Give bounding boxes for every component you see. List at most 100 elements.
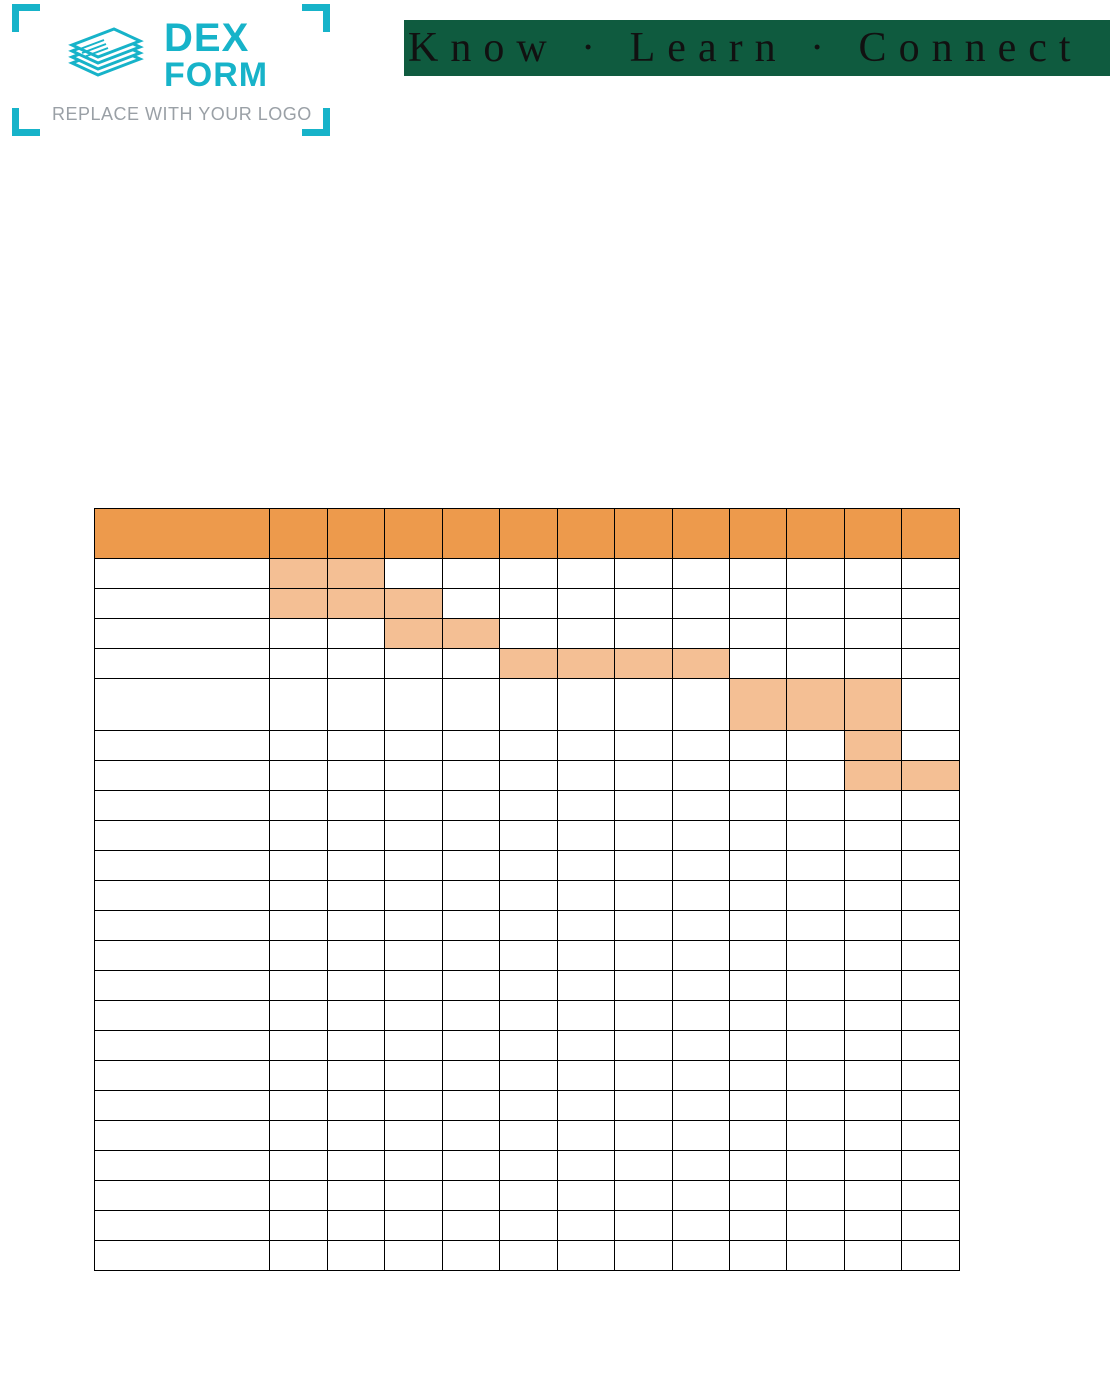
month-cell xyxy=(902,1181,960,1211)
month-cell xyxy=(787,851,844,881)
month-cell xyxy=(672,1091,729,1121)
month-cell xyxy=(442,1001,499,1031)
month-cell xyxy=(500,1211,557,1241)
month-cell xyxy=(385,1181,442,1211)
month-cell xyxy=(327,1001,384,1031)
month-cell xyxy=(672,851,729,881)
month-cell xyxy=(442,649,499,679)
month-cell xyxy=(327,1211,384,1241)
month-cell xyxy=(270,731,327,761)
header-month xyxy=(672,509,729,559)
month-cell xyxy=(844,941,901,971)
month-cell xyxy=(902,559,960,589)
month-cell xyxy=(902,971,960,1001)
table-row xyxy=(95,851,960,881)
month-cell xyxy=(385,589,442,619)
logo-block: DEX FORM REPLACE WITH YOUR LOGO xyxy=(12,0,330,140)
month-cell xyxy=(672,679,729,731)
table-head xyxy=(95,509,960,559)
month-cell xyxy=(730,1211,787,1241)
month-cell xyxy=(385,971,442,1001)
table-row xyxy=(95,761,960,791)
replace-logo-text: REPLACE WITH YOUR LOGO xyxy=(52,104,312,125)
month-cell xyxy=(902,1211,960,1241)
month-cell xyxy=(500,941,557,971)
month-cell xyxy=(672,619,729,649)
month-cell xyxy=(557,971,614,1001)
month-cell xyxy=(327,559,384,589)
month-cell xyxy=(615,821,672,851)
month-cell xyxy=(270,1031,327,1061)
month-cell xyxy=(385,761,442,791)
month-cell xyxy=(730,971,787,1001)
month-cell xyxy=(730,791,787,821)
month-cell xyxy=(270,971,327,1001)
table-row xyxy=(95,821,960,851)
month-cell xyxy=(557,1001,614,1031)
month-cell xyxy=(385,851,442,881)
month-cell xyxy=(557,1211,614,1241)
month-cell xyxy=(557,791,614,821)
month-cell xyxy=(672,559,729,589)
logo-text: DEX FORM xyxy=(164,18,268,92)
month-cell xyxy=(557,851,614,881)
table-row xyxy=(95,791,960,821)
month-cell xyxy=(730,1181,787,1211)
table-row xyxy=(95,1241,960,1271)
month-cell xyxy=(442,1151,499,1181)
month-cell xyxy=(730,1061,787,1091)
task-label-cell xyxy=(95,1031,270,1061)
month-cell xyxy=(327,1061,384,1091)
month-cell xyxy=(557,1121,614,1151)
month-cell xyxy=(385,1091,442,1121)
table-row xyxy=(95,731,960,761)
month-cell xyxy=(557,1181,614,1211)
month-cell xyxy=(844,761,901,791)
month-cell xyxy=(270,1061,327,1091)
month-cell xyxy=(270,791,327,821)
month-cell xyxy=(442,1091,499,1121)
month-cell xyxy=(270,761,327,791)
month-cell xyxy=(787,731,844,761)
month-cell xyxy=(672,1001,729,1031)
table-row xyxy=(95,619,960,649)
gantt-table-wrap xyxy=(94,508,960,1271)
month-cell xyxy=(442,559,499,589)
month-cell xyxy=(327,1151,384,1181)
month-cell xyxy=(787,1211,844,1241)
header-month xyxy=(327,509,384,559)
task-label-cell xyxy=(95,1181,270,1211)
month-cell xyxy=(844,1031,901,1061)
month-cell xyxy=(615,911,672,941)
month-cell xyxy=(327,911,384,941)
month-cell xyxy=(327,1091,384,1121)
month-cell xyxy=(615,1121,672,1151)
month-cell xyxy=(270,941,327,971)
month-cell xyxy=(615,881,672,911)
month-cell xyxy=(615,1001,672,1031)
month-cell xyxy=(730,1121,787,1151)
month-cell xyxy=(385,1211,442,1241)
month-cell xyxy=(385,1031,442,1061)
header-month xyxy=(270,509,327,559)
month-cell xyxy=(730,1031,787,1061)
table-row xyxy=(95,1121,960,1151)
month-cell xyxy=(500,1061,557,1091)
month-cell xyxy=(500,1001,557,1031)
month-cell xyxy=(615,1211,672,1241)
task-label-cell xyxy=(95,851,270,881)
banner-text: Know · Learn · Connect xyxy=(408,24,1083,72)
month-cell xyxy=(787,821,844,851)
month-cell xyxy=(385,821,442,851)
month-cell xyxy=(557,649,614,679)
month-cell xyxy=(615,761,672,791)
month-cell xyxy=(385,731,442,761)
month-cell xyxy=(787,679,844,731)
month-cell xyxy=(787,1151,844,1181)
task-label-cell xyxy=(95,1061,270,1091)
task-label-cell xyxy=(95,971,270,1001)
month-cell xyxy=(557,731,614,761)
month-cell xyxy=(787,881,844,911)
month-cell xyxy=(844,731,901,761)
table-row xyxy=(95,971,960,1001)
